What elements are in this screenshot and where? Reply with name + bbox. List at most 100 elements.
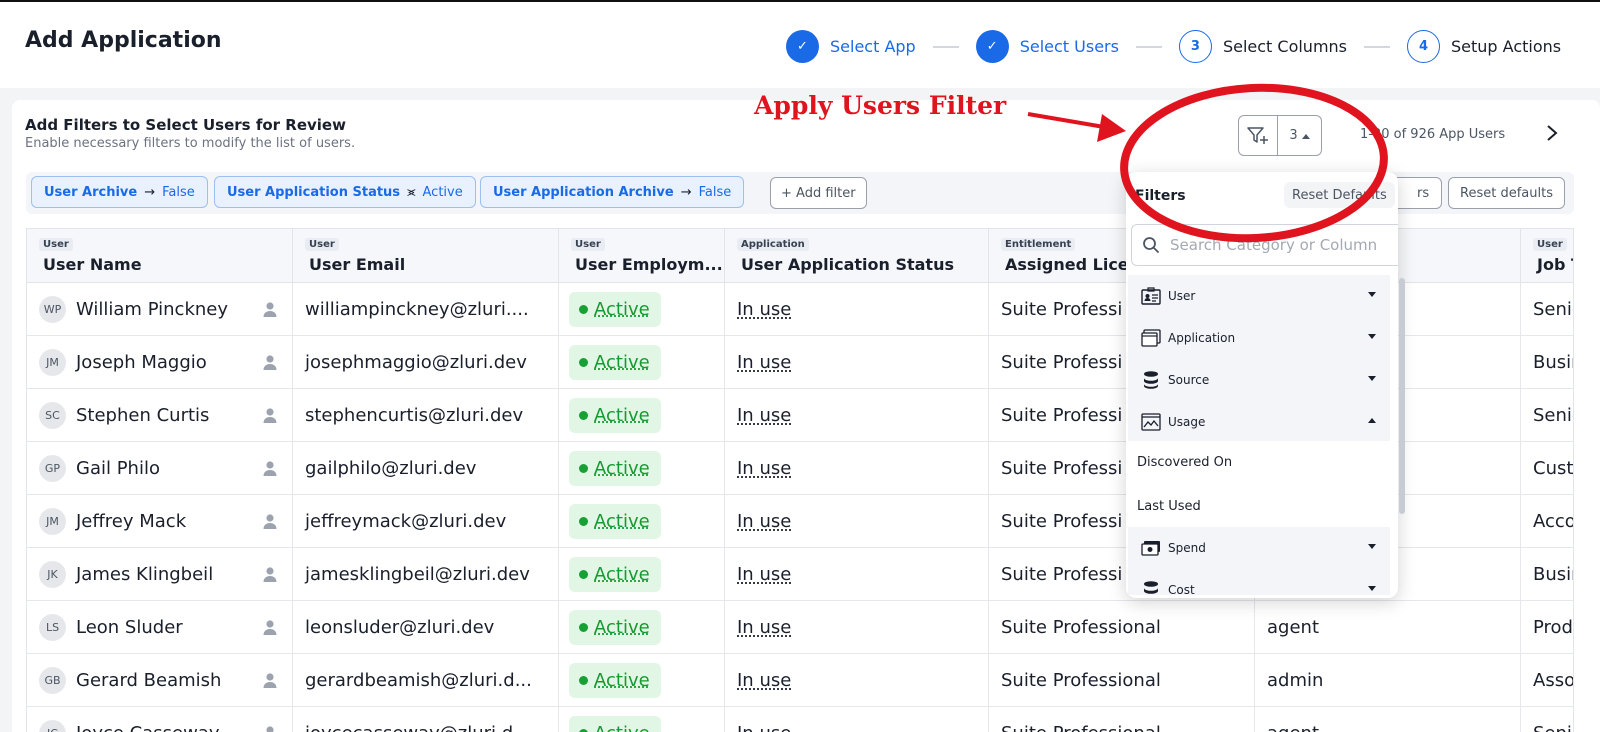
status-badge[interactable]: Active bbox=[569, 610, 661, 645]
role: agent bbox=[1267, 723, 1319, 732]
search-input[interactable] bbox=[1170, 236, 1390, 254]
app-status[interactable]: In use bbox=[737, 617, 791, 638]
avatar: WP bbox=[39, 296, 66, 323]
user-email: jeffreymack@zluri.dev bbox=[305, 511, 506, 532]
column-header-user-email[interactable]: User User Email bbox=[293, 229, 559, 283]
chip-key: User Application Status bbox=[227, 185, 400, 200]
category-usage[interactable]: Usage bbox=[1128, 401, 1390, 443]
filter-plus-icon bbox=[1247, 126, 1269, 146]
employment-status-cell: Active bbox=[559, 654, 725, 707]
avatar: JM bbox=[39, 349, 66, 376]
user-icon[interactable] bbox=[262, 354, 278, 371]
check-icon: ✓ bbox=[786, 30, 819, 63]
category-source[interactable]: Source bbox=[1128, 359, 1390, 401]
step-separator bbox=[1136, 46, 1162, 48]
column-header-user-employment[interactable]: User User Employm... bbox=[559, 229, 725, 283]
column-header-job-title[interactable]: User Job T bbox=[1521, 229, 1574, 283]
table-row[interactable]: GB Gerard Beamish gerardbeamish@zluri.d.… bbox=[27, 654, 1574, 707]
user-icon[interactable] bbox=[262, 725, 278, 732]
employment-status-cell: Active bbox=[559, 283, 725, 336]
user-icon[interactable] bbox=[262, 460, 278, 477]
app-status[interactable]: In use bbox=[737, 723, 791, 732]
job-title-cell: Senio bbox=[1521, 283, 1574, 336]
app-status-cell: In use bbox=[725, 654, 989, 707]
user-icon[interactable] bbox=[262, 407, 278, 424]
status-dot-icon bbox=[579, 676, 588, 685]
step-select-app[interactable]: ✓ Select App bbox=[786, 30, 916, 63]
category-application[interactable]: Application bbox=[1128, 317, 1390, 359]
status-text: Active bbox=[594, 564, 650, 585]
user-name-cell[interactable]: SC Stephen Curtis bbox=[27, 389, 293, 442]
user-icon[interactable] bbox=[262, 301, 278, 318]
user-name-cell[interactable]: JM Joseph Maggio bbox=[27, 336, 293, 389]
user-name-cell[interactable]: WP William Pinckney bbox=[27, 283, 293, 336]
user-name-cell[interactable]: JK James Klingbeil bbox=[27, 548, 293, 601]
status-text: Active bbox=[594, 352, 650, 373]
app-status[interactable]: In use bbox=[737, 458, 791, 479]
chevron-right-icon[interactable] bbox=[1545, 124, 1559, 142]
avatar: JK bbox=[39, 561, 66, 588]
column-category-tag: User bbox=[305, 238, 339, 251]
user-name-cell[interactable]: JM Jeffrey Mack bbox=[27, 495, 293, 548]
user-icon[interactable] bbox=[262, 619, 278, 636]
user-name-cell[interactable]: GB Gerard Beamish bbox=[27, 654, 293, 707]
column-last-used[interactable]: Last Used bbox=[1128, 485, 1390, 527]
filter-chip-user-application-archive[interactable]: User Application Archive → False bbox=[480, 176, 744, 208]
app-status[interactable]: In use bbox=[737, 564, 791, 585]
user-email-cell: joycecasseway@zluri.d... bbox=[293, 707, 559, 732]
app-status[interactable]: In use bbox=[737, 352, 791, 373]
step-select-users[interactable]: ✓ Select Users bbox=[976, 30, 1119, 63]
step-setup-actions[interactable]: 4 Setup Actions bbox=[1407, 30, 1561, 63]
app-status-cell: In use bbox=[725, 283, 989, 336]
chevron-down-icon bbox=[1368, 376, 1376, 381]
step-separator bbox=[1364, 46, 1390, 48]
table-row[interactable]: LS Leon Sluder leonsluder@zluri.dev Acti… bbox=[27, 601, 1574, 654]
job-title: Busin bbox=[1533, 564, 1574, 585]
table-row[interactable]: JC Joyce Casseway joycecasseway@zluri.d.… bbox=[27, 707, 1574, 732]
status-badge[interactable]: Active bbox=[569, 504, 661, 539]
column-header-user-name[interactable]: User User Name bbox=[27, 229, 293, 283]
status-dot-icon bbox=[579, 411, 588, 420]
license: Suite Professional bbox=[1001, 723, 1161, 732]
status-badge[interactable]: Active bbox=[569, 451, 661, 486]
reset-defaults-button[interactable]: Reset defaults bbox=[1448, 177, 1565, 209]
user-icon[interactable] bbox=[262, 672, 278, 689]
annotation-label: Apply Users Filter bbox=[754, 91, 1006, 120]
job-title-cell: Custo bbox=[1521, 442, 1574, 495]
filter-chip-user-archive[interactable]: User Archive → False bbox=[31, 176, 208, 208]
user-name-cell[interactable]: JC Joyce Casseway bbox=[27, 707, 293, 732]
add-filter-toggle-button[interactable] bbox=[1238, 115, 1278, 156]
user-name: Gail Philo bbox=[76, 458, 160, 479]
user-name-cell[interactable]: GP Gail Philo bbox=[27, 442, 293, 495]
user-email: stephencurtis@zluri.dev bbox=[305, 405, 523, 426]
step-select-columns[interactable]: 3 Select Columns bbox=[1179, 30, 1347, 63]
status-badge[interactable]: Active bbox=[569, 663, 661, 698]
stepper: ✓ Select App ✓ Select Users 3 Select Col… bbox=[786, 30, 1561, 63]
app-status[interactable]: In use bbox=[737, 299, 791, 320]
filter-count-button[interactable]: 3 bbox=[1278, 115, 1322, 156]
column-header-user-application-status[interactable]: Application User Application Status bbox=[725, 229, 989, 283]
app-status[interactable]: In use bbox=[737, 511, 791, 532]
app-status[interactable]: In use bbox=[737, 405, 791, 426]
category-spend[interactable]: Spend bbox=[1128, 527, 1390, 569]
user-icon[interactable] bbox=[262, 566, 278, 583]
column-label: Assigned Licen bbox=[1005, 255, 1140, 274]
status-badge[interactable]: Active bbox=[569, 557, 661, 592]
category-cost[interactable]: Cost bbox=[1128, 569, 1390, 595]
add-filter-button[interactable]: + Add filter bbox=[770, 177, 867, 209]
status-badge[interactable]: Active bbox=[569, 292, 661, 327]
status-badge[interactable]: Active bbox=[569, 345, 661, 380]
user-name-cell[interactable]: LS Leon Sluder bbox=[27, 601, 293, 654]
filter-chip-user-application-status[interactable]: User Application Status ⪤ Active bbox=[214, 176, 476, 208]
user-icon[interactable] bbox=[262, 513, 278, 530]
column-discovered-on[interactable]: Discovered On bbox=[1128, 441, 1390, 483]
category-user[interactable]: User bbox=[1128, 275, 1390, 317]
status-badge[interactable]: Active bbox=[569, 398, 661, 433]
app-status[interactable]: In use bbox=[737, 670, 791, 691]
status-badge[interactable]: Active bbox=[569, 716, 661, 732]
reset-defaults-button[interactable]: Reset Defaults bbox=[1284, 182, 1395, 208]
status-text: Active bbox=[594, 723, 650, 732]
dropdown-scrollbar[interactable] bbox=[1399, 278, 1405, 514]
license: Suite Professi bbox=[1001, 564, 1122, 585]
user-name: Gerard Beamish bbox=[76, 670, 221, 691]
